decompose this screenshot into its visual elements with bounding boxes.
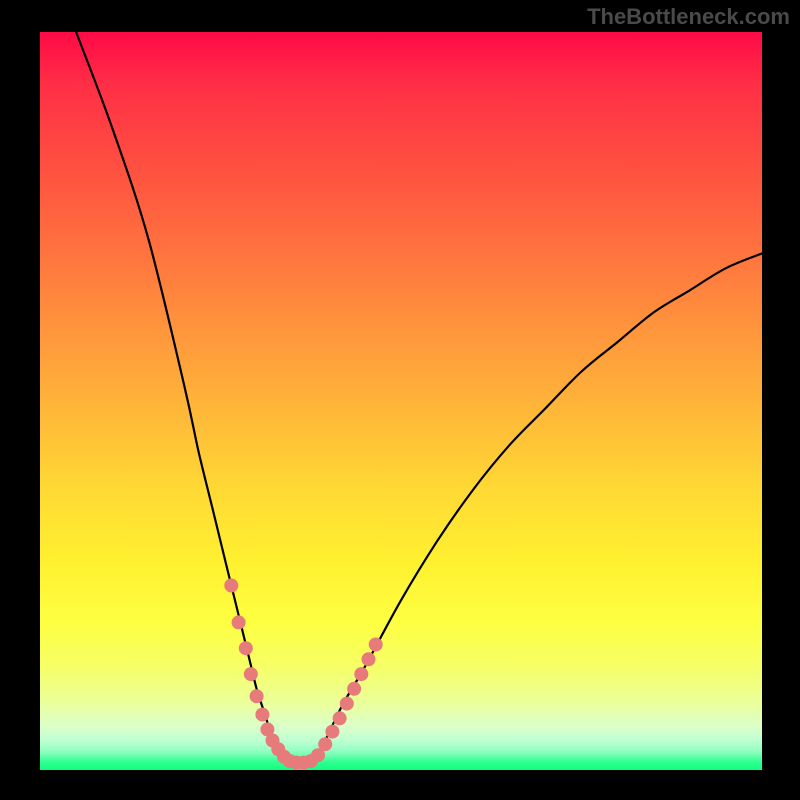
marker-point	[340, 697, 354, 711]
marker-point	[325, 725, 339, 739]
highlight-markers	[224, 579, 382, 770]
bottleneck-curve	[76, 32, 762, 763]
marker-point	[232, 615, 246, 629]
plot-area	[40, 32, 762, 770]
chart-frame: TheBottleneck.com	[0, 0, 800, 800]
watermark-text: TheBottleneck.com	[587, 4, 790, 30]
marker-point	[239, 641, 253, 655]
chart-svg	[40, 32, 762, 770]
marker-point	[255, 708, 269, 722]
marker-point	[244, 667, 258, 681]
marker-point	[362, 652, 376, 666]
marker-point	[347, 682, 361, 696]
marker-point	[354, 667, 368, 681]
marker-point	[318, 737, 332, 751]
marker-point	[333, 711, 347, 725]
marker-point	[369, 638, 383, 652]
marker-point	[250, 689, 264, 703]
marker-point	[224, 579, 238, 593]
